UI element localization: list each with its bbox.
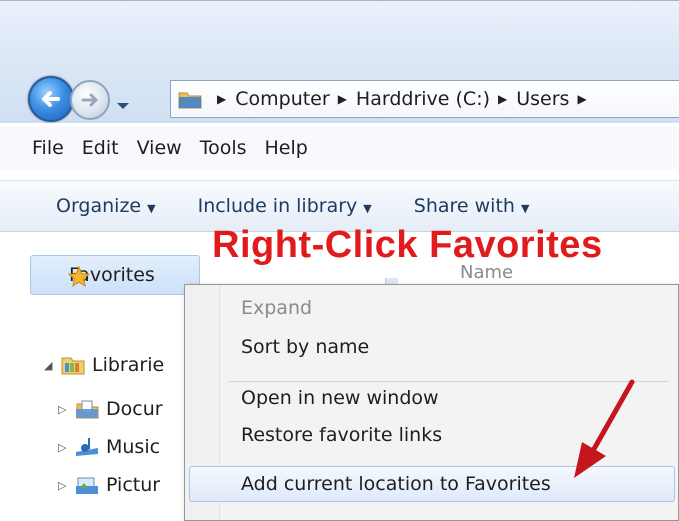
share-with-label: Share with — [413, 195, 515, 217]
back-button[interactable] — [28, 76, 74, 122]
folder-icon — [178, 92, 202, 109]
expanded-triangle-icon[interactable]: ◢ — [44, 359, 60, 372]
breadcrumb-computer[interactable]: Computer — [235, 88, 329, 110]
collapsed-triangle-icon[interactable]: ▷ — [58, 403, 74, 416]
nav-item-libraries[interactable]: ◢ Librarie — [44, 354, 164, 376]
ctx-add-current-location[interactable]: Add current location to Favorites — [241, 473, 551, 495]
organize-button[interactable]: Organize ▼ — [56, 195, 156, 217]
breadcrumb-users[interactable]: Users — [516, 88, 569, 110]
menu-edit[interactable]: Edit — [82, 137, 119, 159]
menu-tools[interactable]: Tools — [200, 137, 247, 159]
libraries-label: Librarie — [92, 354, 165, 376]
pictures-label: Pictur — [106, 474, 161, 496]
star-icon — [68, 266, 90, 288]
breadcrumb-separator-icon[interactable]: ▶ — [338, 92, 347, 106]
annotation-arrow-icon — [574, 379, 635, 478]
share-with-button[interactable]: Share with ▼ — [414, 195, 530, 217]
nav-item-documents[interactable]: ▷ Docur — [58, 398, 163, 420]
address-bar[interactable]: ▶ Computer ▶ Harddrive (C:) ▶ Users ▶ — [170, 80, 679, 118]
nav-item-pictures[interactable]: ▷ Pictur — [58, 474, 160, 496]
chevron-down-icon: ▼ — [147, 202, 156, 215]
organize-label: Organize — [56, 195, 142, 217]
documents-icon — [76, 400, 99, 419]
include-in-library-button[interactable]: Include in library ▼ — [198, 195, 372, 217]
collapsed-triangle-icon[interactable]: ▷ — [58, 441, 74, 454]
recent-pages-dropdown[interactable] — [116, 94, 130, 109]
back-arrow-icon — [42, 91, 60, 107]
ctx-open-in-new-window[interactable]: Open in new window — [241, 387, 439, 409]
documents-label: Docur — [106, 398, 163, 420]
menu-view[interactable]: View — [137, 137, 182, 159]
collapsed-triangle-icon[interactable]: ▷ — [58, 479, 74, 492]
music-icon — [76, 438, 98, 456]
ctx-restore-favorite-links[interactable]: Restore favorite links — [241, 424, 442, 446]
chevron-down-icon: ▼ — [363, 202, 372, 215]
library-icon — [61, 357, 85, 375]
breadcrumb-separator-icon: ▶ — [217, 92, 227, 106]
forward-button[interactable] — [70, 80, 110, 120]
nav-item-favorites[interactable]: Favorites — [30, 255, 200, 295]
forward-arrow-icon — [81, 93, 98, 107]
breadcrumb-separator-icon[interactable]: ▶ — [498, 92, 507, 106]
include-in-library-label: Include in library — [197, 195, 358, 217]
nav-item-music[interactable]: ▷ Music — [58, 436, 160, 458]
menu-help[interactable]: Help — [265, 137, 308, 159]
ctx-expand: Expand — [241, 297, 313, 319]
annotation-caption: Right-Click Favorites — [212, 224, 603, 266]
menu-bar: File Edit View Tools Help — [0, 127, 679, 169]
ctx-sort-by-name[interactable]: Sort by name — [241, 336, 369, 358]
music-label: Music — [106, 436, 161, 458]
pictures-icon — [76, 477, 98, 494]
breadcrumb-harddrive[interactable]: Harddrive (C:) — [356, 88, 490, 110]
breadcrumb-separator-icon[interactable]: ▶ — [577, 92, 586, 106]
chevron-down-icon: ▼ — [520, 202, 530, 215]
menu-file[interactable]: File — [32, 137, 64, 159]
chevron-down-icon — [117, 103, 129, 109]
